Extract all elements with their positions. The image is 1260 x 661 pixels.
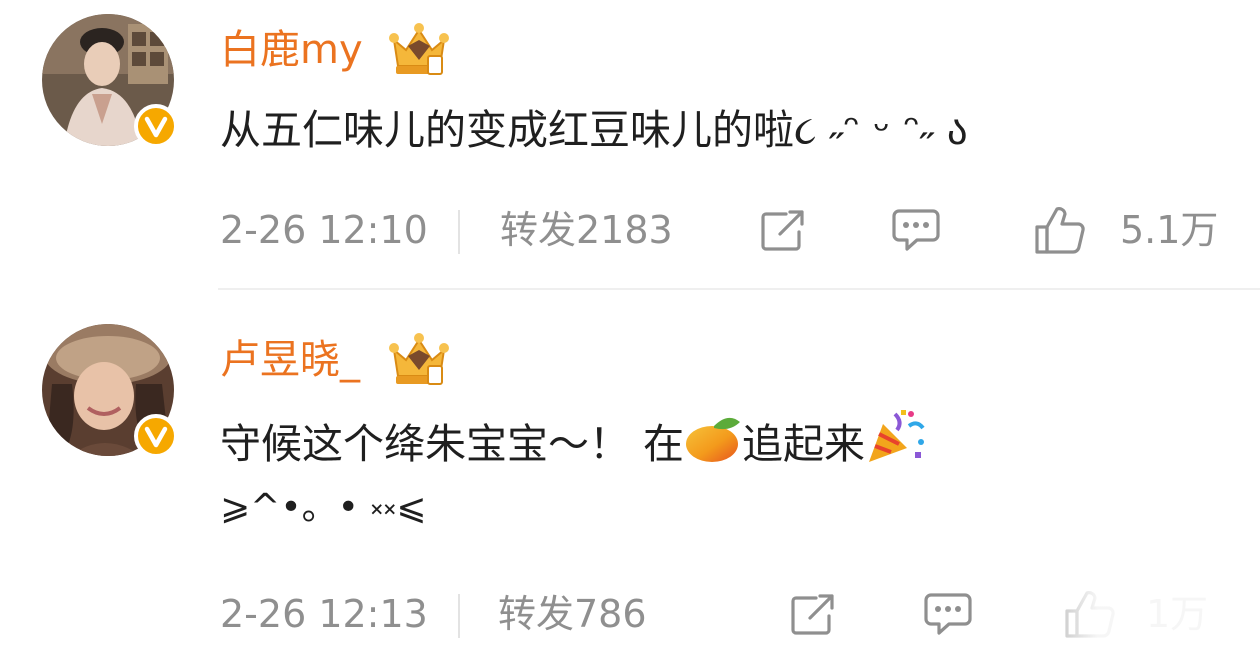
avatar[interactable] xyxy=(42,14,178,148)
timestamp: 2-26 12:13 xyxy=(220,592,428,636)
comment-text-part: 守候这个绛朱宝宝～！ 在 xyxy=(220,420,685,468)
comment-text: 守候这个绛朱宝宝～！ 在 追起来 xyxy=(220,408,927,480)
repost-count[interactable]: 转发2183 xyxy=(500,206,673,254)
timestamp: 2-26 12:10 xyxy=(220,208,428,252)
like-icon[interactable] xyxy=(1032,206,1088,254)
repost-count[interactable]: 转发786 xyxy=(498,590,647,638)
username[interactable]: 卢昱晓_ xyxy=(220,336,360,384)
divider xyxy=(458,210,460,254)
like-count: 5.1万 xyxy=(1120,208,1219,252)
crown-badge-icon[interactable] xyxy=(388,332,450,388)
divider xyxy=(458,594,460,638)
comment-text-line2: ⩾^•。• ༝༝⩽ xyxy=(220,487,427,528)
comment-meta: 2-26 12:10 转发2183 5.1万 xyxy=(220,206,1260,254)
comment-text-part: 追起来 xyxy=(742,420,866,468)
crown-badge-icon[interactable] xyxy=(388,22,450,78)
avatar[interactable] xyxy=(42,324,178,458)
verified-icon xyxy=(134,104,178,148)
share-icon[interactable] xyxy=(756,206,812,254)
watermark-overlay xyxy=(1010,589,1260,661)
comment-icon[interactable] xyxy=(920,590,976,638)
verified-icon xyxy=(134,414,178,458)
comment-text: 从五仁味儿的变成红豆味儿的啦૮ ˶ᵔ ᵕ ᵔ˶ ა xyxy=(220,106,968,154)
party-popper-emoji-icon xyxy=(865,408,927,480)
share-icon[interactable] xyxy=(786,590,842,638)
username[interactable]: 白鹿my xyxy=(220,26,363,74)
comment-icon[interactable] xyxy=(888,206,944,254)
mango-emoji-icon xyxy=(684,414,742,480)
comment-item: 白鹿my 从五仁味儿的变成红豆味儿的啦૮ ˶ᵔ ᵕ ᵔ˶ ა 2-26 12:1… xyxy=(0,0,1260,290)
